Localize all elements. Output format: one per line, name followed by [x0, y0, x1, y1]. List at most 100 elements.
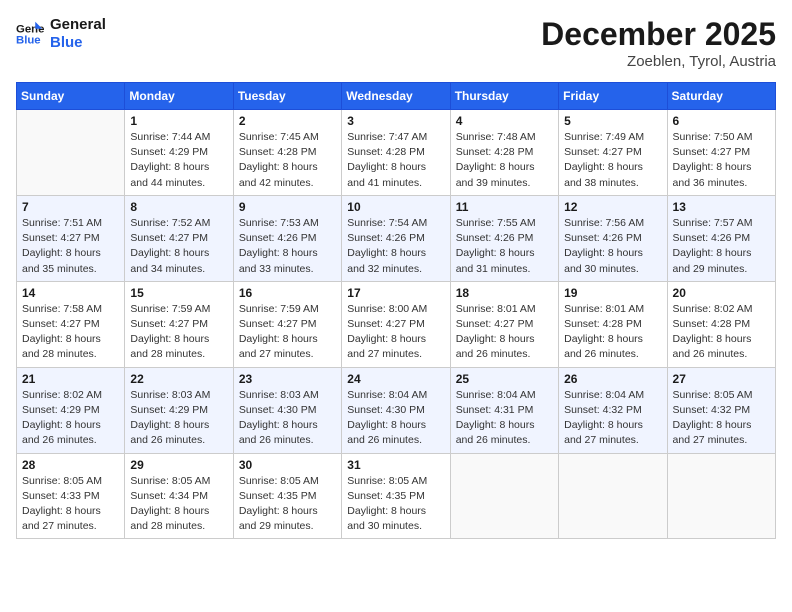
day-info: Sunrise: 7:59 AM Sunset: 4:27 PM Dayligh… — [239, 302, 336, 363]
day-number: 3 — [347, 114, 444, 128]
col-header-saturday: Saturday — [667, 83, 775, 110]
day-info: Sunrise: 7:44 AM Sunset: 4:29 PM Dayligh… — [130, 130, 227, 191]
day-number: 27 — [673, 372, 770, 386]
day-number: 14 — [22, 286, 119, 300]
calendar-cell: 4 Sunrise: 7:48 AM Sunset: 4:28 PM Dayli… — [450, 110, 558, 196]
day-info: Sunrise: 7:52 AM Sunset: 4:27 PM Dayligh… — [130, 216, 227, 277]
day-info: Sunrise: 7:47 AM Sunset: 4:28 PM Dayligh… — [347, 130, 444, 191]
day-info: Sunrise: 8:05 AM Sunset: 4:32 PM Dayligh… — [673, 388, 770, 449]
calendar-cell: 14 Sunrise: 7:58 AM Sunset: 4:27 PM Dayl… — [17, 281, 125, 367]
calendar-cell: 1 Sunrise: 7:44 AM Sunset: 4:29 PM Dayli… — [125, 110, 233, 196]
col-header-friday: Friday — [559, 83, 667, 110]
day-info: Sunrise: 8:05 AM Sunset: 4:34 PM Dayligh… — [130, 474, 227, 535]
day-info: Sunrise: 7:53 AM Sunset: 4:26 PM Dayligh… — [239, 216, 336, 277]
col-header-tuesday: Tuesday — [233, 83, 341, 110]
day-number: 22 — [130, 372, 227, 386]
day-number: 20 — [673, 286, 770, 300]
day-info: Sunrise: 8:04 AM Sunset: 4:31 PM Dayligh… — [456, 388, 553, 449]
calendar-cell: 20 Sunrise: 8:02 AM Sunset: 4:28 PM Dayl… — [667, 281, 775, 367]
day-info: Sunrise: 7:56 AM Sunset: 4:26 PM Dayligh… — [564, 216, 661, 277]
day-number: 16 — [239, 286, 336, 300]
day-number: 26 — [564, 372, 661, 386]
calendar-cell: 11 Sunrise: 7:55 AM Sunset: 4:26 PM Dayl… — [450, 195, 558, 281]
calendar-cell: 5 Sunrise: 7:49 AM Sunset: 4:27 PM Dayli… — [559, 110, 667, 196]
day-number: 7 — [22, 200, 119, 214]
calendar-cell: 19 Sunrise: 8:01 AM Sunset: 4:28 PM Dayl… — [559, 281, 667, 367]
calendar-cell — [450, 453, 558, 539]
day-info: Sunrise: 8:01 AM Sunset: 4:28 PM Dayligh… — [564, 302, 661, 363]
day-number: 4 — [456, 114, 553, 128]
calendar-cell: 15 Sunrise: 7:59 AM Sunset: 4:27 PM Dayl… — [125, 281, 233, 367]
day-number: 1 — [130, 114, 227, 128]
calendar-cell: 21 Sunrise: 8:02 AM Sunset: 4:29 PM Dayl… — [17, 367, 125, 453]
col-header-wednesday: Wednesday — [342, 83, 450, 110]
day-number: 18 — [456, 286, 553, 300]
calendar-cell: 7 Sunrise: 7:51 AM Sunset: 4:27 PM Dayli… — [17, 195, 125, 281]
calendar-cell: 3 Sunrise: 7:47 AM Sunset: 4:28 PM Dayli… — [342, 110, 450, 196]
calendar-cell: 23 Sunrise: 8:03 AM Sunset: 4:30 PM Dayl… — [233, 367, 341, 453]
calendar-table: SundayMondayTuesdayWednesdayThursdayFrid… — [16, 82, 776, 539]
day-number: 6 — [673, 114, 770, 128]
calendar-cell: 16 Sunrise: 7:59 AM Sunset: 4:27 PM Dayl… — [233, 281, 341, 367]
day-info: Sunrise: 8:01 AM Sunset: 4:27 PM Dayligh… — [456, 302, 553, 363]
calendar-cell: 29 Sunrise: 8:05 AM Sunset: 4:34 PM Dayl… — [125, 453, 233, 539]
logo: General Blue General Blue — [16, 16, 106, 52]
svg-text:Blue: Blue — [16, 35, 41, 47]
day-number: 10 — [347, 200, 444, 214]
day-number: 15 — [130, 286, 227, 300]
day-info: Sunrise: 7:45 AM Sunset: 4:28 PM Dayligh… — [239, 130, 336, 191]
svg-text:General: General — [16, 23, 44, 35]
col-header-sunday: Sunday — [17, 83, 125, 110]
location: Zoeblen, Tyrol, Austria — [541, 53, 776, 70]
calendar-cell: 13 Sunrise: 7:57 AM Sunset: 4:26 PM Dayl… — [667, 195, 775, 281]
calendar-cell: 24 Sunrise: 8:04 AM Sunset: 4:30 PM Dayl… — [342, 367, 450, 453]
title-block: December 2025 Zoeblen, Tyrol, Austria — [541, 16, 776, 70]
day-number: 11 — [456, 200, 553, 214]
day-number: 29 — [130, 458, 227, 472]
day-info: Sunrise: 7:51 AM Sunset: 4:27 PM Dayligh… — [22, 216, 119, 277]
day-info: Sunrise: 7:49 AM Sunset: 4:27 PM Dayligh… — [564, 130, 661, 191]
day-info: Sunrise: 7:58 AM Sunset: 4:27 PM Dayligh… — [22, 302, 119, 363]
day-info: Sunrise: 8:05 AM Sunset: 4:35 PM Dayligh… — [239, 474, 336, 535]
day-info: Sunrise: 7:48 AM Sunset: 4:28 PM Dayligh… — [456, 130, 553, 191]
day-number: 21 — [22, 372, 119, 386]
col-header-thursday: Thursday — [450, 83, 558, 110]
logo-general: General — [50, 16, 106, 34]
day-info: Sunrise: 7:55 AM Sunset: 4:26 PM Dayligh… — [456, 216, 553, 277]
day-info: Sunrise: 7:57 AM Sunset: 4:26 PM Dayligh… — [673, 216, 770, 277]
day-number: 17 — [347, 286, 444, 300]
calendar-cell — [17, 110, 125, 196]
page-header: General Blue General Blue December 2025 … — [16, 16, 776, 70]
calendar-cell: 25 Sunrise: 8:04 AM Sunset: 4:31 PM Dayl… — [450, 367, 558, 453]
month-year: December 2025 — [541, 16, 776, 53]
day-info: Sunrise: 7:54 AM Sunset: 4:26 PM Dayligh… — [347, 216, 444, 277]
day-number: 2 — [239, 114, 336, 128]
day-info: Sunrise: 8:04 AM Sunset: 4:32 PM Dayligh… — [564, 388, 661, 449]
calendar-cell — [559, 453, 667, 539]
col-header-monday: Monday — [125, 83, 233, 110]
logo-icon: General Blue — [16, 20, 44, 48]
calendar-cell: 18 Sunrise: 8:01 AM Sunset: 4:27 PM Dayl… — [450, 281, 558, 367]
calendar-cell: 6 Sunrise: 7:50 AM Sunset: 4:27 PM Dayli… — [667, 110, 775, 196]
logo-blue: Blue — [50, 34, 106, 52]
day-info: Sunrise: 8:02 AM Sunset: 4:28 PM Dayligh… — [673, 302, 770, 363]
calendar-cell: 17 Sunrise: 8:00 AM Sunset: 4:27 PM Dayl… — [342, 281, 450, 367]
calendar-cell: 9 Sunrise: 7:53 AM Sunset: 4:26 PM Dayli… — [233, 195, 341, 281]
day-info: Sunrise: 8:04 AM Sunset: 4:30 PM Dayligh… — [347, 388, 444, 449]
day-number: 5 — [564, 114, 661, 128]
day-info: Sunrise: 8:03 AM Sunset: 4:29 PM Dayligh… — [130, 388, 227, 449]
day-number: 24 — [347, 372, 444, 386]
calendar-cell: 27 Sunrise: 8:05 AM Sunset: 4:32 PM Dayl… — [667, 367, 775, 453]
day-number: 25 — [456, 372, 553, 386]
calendar-cell: 28 Sunrise: 8:05 AM Sunset: 4:33 PM Dayl… — [17, 453, 125, 539]
day-number: 12 — [564, 200, 661, 214]
calendar-cell: 22 Sunrise: 8:03 AM Sunset: 4:29 PM Dayl… — [125, 367, 233, 453]
calendar-cell: 26 Sunrise: 8:04 AM Sunset: 4:32 PM Dayl… — [559, 367, 667, 453]
day-info: Sunrise: 7:50 AM Sunset: 4:27 PM Dayligh… — [673, 130, 770, 191]
calendar-cell: 31 Sunrise: 8:05 AM Sunset: 4:35 PM Dayl… — [342, 453, 450, 539]
calendar-cell: 30 Sunrise: 8:05 AM Sunset: 4:35 PM Dayl… — [233, 453, 341, 539]
day-number: 8 — [130, 200, 227, 214]
calendar-cell: 12 Sunrise: 7:56 AM Sunset: 4:26 PM Dayl… — [559, 195, 667, 281]
day-info: Sunrise: 8:05 AM Sunset: 4:35 PM Dayligh… — [347, 474, 444, 535]
day-number: 19 — [564, 286, 661, 300]
